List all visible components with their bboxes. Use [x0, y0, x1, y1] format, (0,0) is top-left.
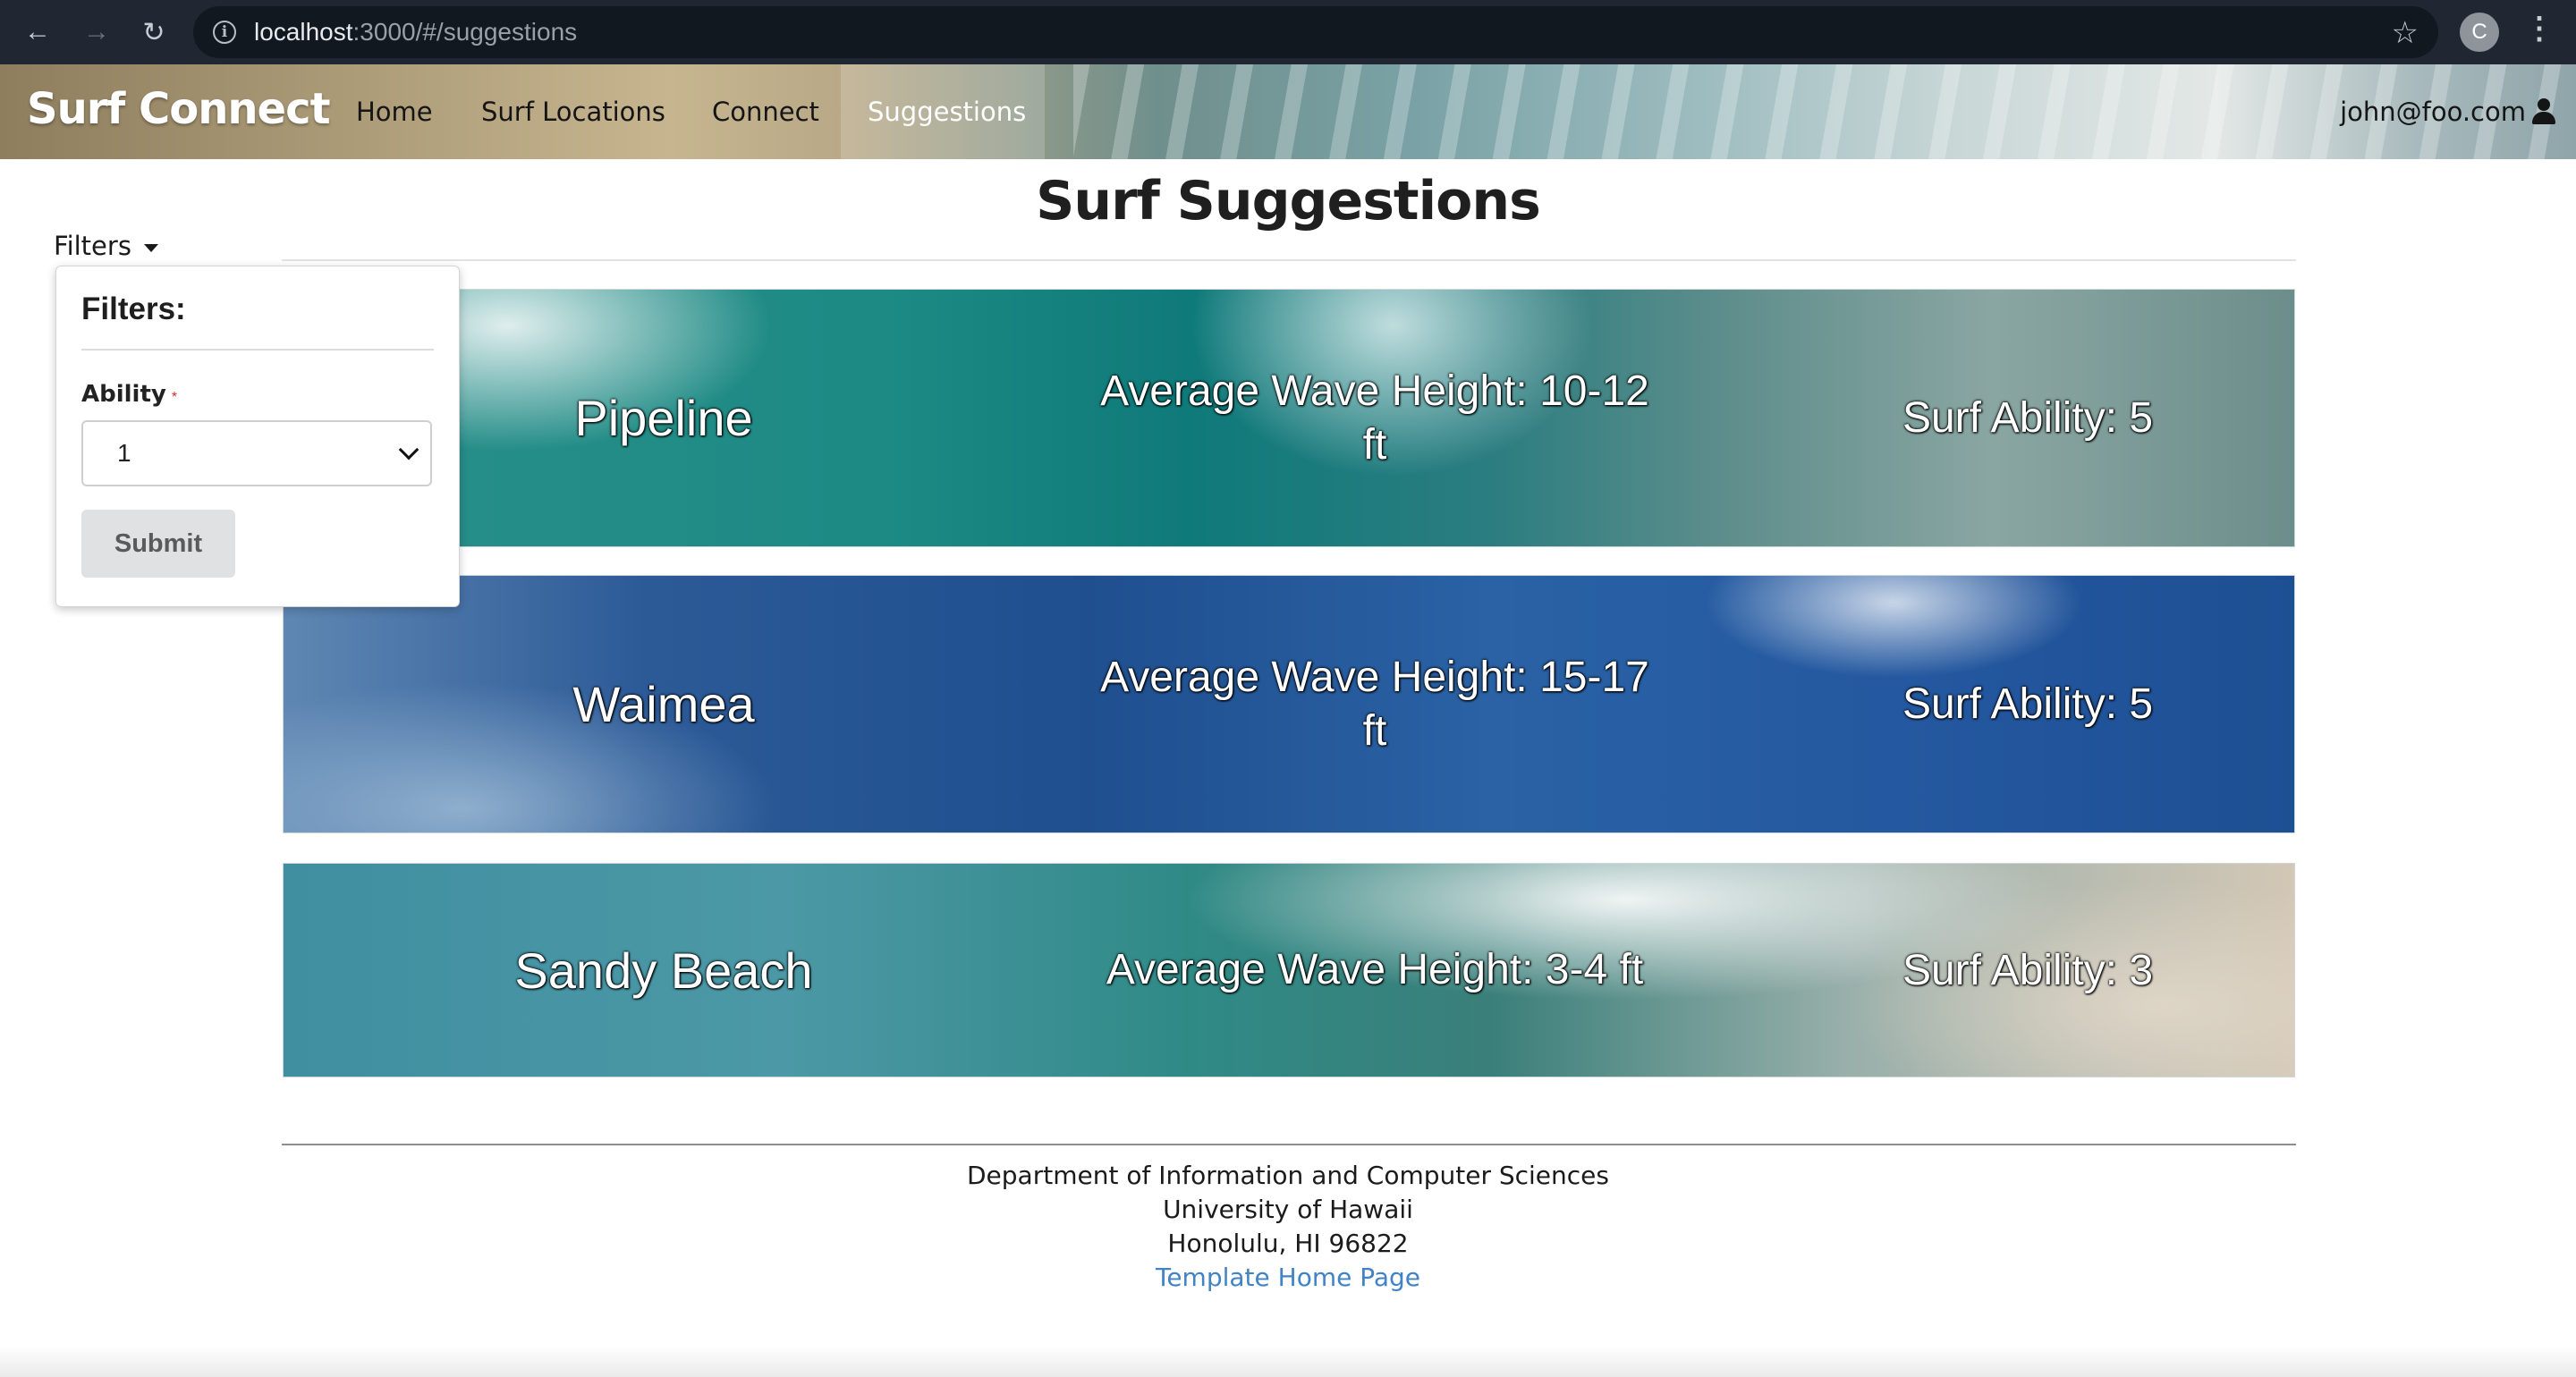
chevron-down-icon	[398, 439, 419, 460]
url-host: localhost	[254, 18, 353, 46]
browser-menu-icon[interactable]: ⋮	[2524, 11, 2555, 46]
user-email: john@foo.com	[2340, 97, 2526, 127]
site-info-icon[interactable]: i	[213, 21, 236, 44]
window-bottom-edge	[0, 1346, 2576, 1377]
nav-surf-locations[interactable]: Surf Locations	[454, 64, 692, 159]
surf-ability: Surf Ability: 5	[1902, 680, 2154, 728]
filters-panel-title: Filters:	[81, 291, 186, 326]
suggestion-card-pipeline[interactable]: Pipeline Average Wave Height: 10-12 ft S…	[283, 289, 2295, 547]
surf-ability: Surf Ability: 5	[1902, 394, 2154, 442]
ability-field: Ability *	[81, 381, 434, 408]
reload-icon[interactable]: ↻	[134, 13, 174, 52]
footer-address: Honolulu, HI 96822	[1167, 1229, 1409, 1258]
brand-logo[interactable]: Surf Connect	[27, 84, 331, 134]
required-marker: *	[171, 390, 178, 405]
suggestion-card-waimea[interactable]: Waimea Average Wave Height: 15-17 ft Sur…	[283, 575, 2295, 833]
url-text[interactable]: localhost:3000/#/suggestions	[254, 18, 577, 46]
surf-ability: Surf Ability: 3	[1902, 946, 2154, 994]
caret-down-icon	[143, 243, 158, 252]
ability-label: Ability	[81, 381, 166, 408]
user-menu[interactable]: john@foo.com	[2340, 64, 2556, 159]
filters-dropdown-toggle[interactable]: Filters	[54, 231, 158, 261]
template-home-link[interactable]: Template Home Page	[0, 1261, 2576, 1295]
filters-divider	[81, 349, 434, 351]
bookmark-star-icon[interactable]: ☆	[2392, 15, 2419, 51]
url-path: :3000/#/suggestions	[352, 18, 578, 46]
footer-divider	[282, 1144, 2296, 1145]
browser-toolbar: ← → ↻ i localhost:3000/#/suggestions ☆ C…	[0, 0, 2576, 64]
filters-panel: Filters: Ability * 1 Submit	[55, 266, 460, 607]
back-icon[interactable]: ←	[18, 13, 57, 52]
surf-spot-name: Waimea	[572, 676, 755, 732]
average-wave-height: Average Wave Height: 3-4 ft	[1106, 946, 1644, 993]
page-title: Surf Suggestions	[1036, 170, 1541, 232]
ability-select-value: 1	[117, 439, 131, 467]
footer-university: University of Hawaii	[1163, 1195, 1413, 1224]
user-icon	[2531, 98, 2556, 125]
surf-spot-name: Sandy Beach	[514, 942, 813, 999]
address-bar[interactable]: i localhost:3000/#/suggestions ☆	[193, 6, 2438, 58]
average-wave-height: Average Wave Height: 15-17 ft	[1100, 653, 1649, 755]
footer: Department of Information and Computer S…	[0, 1159, 2576, 1295]
submit-button[interactable]: Submit	[81, 510, 235, 578]
title-divider	[282, 259, 2296, 261]
nav-home[interactable]: Home	[329, 64, 460, 159]
nav-connect[interactable]: Connect	[685, 64, 846, 159]
profile-avatar[interactable]: C	[2460, 13, 2499, 52]
nav-suggestions[interactable]: Suggestions	[841, 64, 1045, 159]
average-wave-height: Average Wave Height: 10-12 ft	[1100, 367, 1649, 469]
forward-icon[interactable]: →	[77, 13, 116, 52]
suggestion-card-sandy-beach[interactable]: Sandy Beach Average Wave Height: 3-4 ft …	[283, 863, 2295, 1077]
footer-department: Department of Information and Computer S…	[966, 1161, 1609, 1190]
ability-select[interactable]: 1	[81, 420, 432, 486]
filters-toggle-label: Filters	[54, 231, 131, 261]
top-navbar: Surf Connect Home Surf Locations Connect…	[0, 64, 2576, 159]
